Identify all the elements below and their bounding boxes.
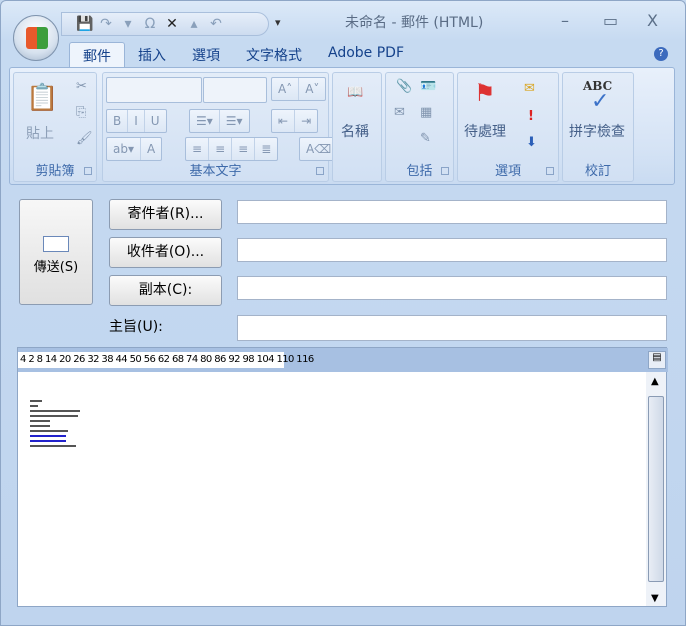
- tab-adobe-pdf[interactable]: Adobe PDF: [315, 42, 417, 67]
- tab-format-text[interactable]: 文字格式: [233, 42, 315, 67]
- increase-indent-icon[interactable]: ⇥: [295, 110, 317, 132]
- tab-options[interactable]: 選項: [179, 42, 233, 67]
- help-icon[interactable]: ?: [654, 47, 668, 61]
- group-clipboard: 📋 貼上 ✂ ⎘ 🖌 剪貼簿: [13, 72, 97, 182]
- maximize-button[interactable]: ▭: [603, 11, 618, 30]
- group-proofing: ABC ✓ 拼字檢查 校訂: [562, 72, 634, 182]
- format-painter-icon[interactable]: 🖌: [76, 131, 93, 146]
- paste-button[interactable]: 貼上: [26, 123, 54, 143]
- delete-icon[interactable]: ✕: [164, 16, 180, 32]
- names-button[interactable]: 名稱: [341, 121, 369, 141]
- shrink-font-button[interactable]: A˅: [299, 78, 325, 100]
- justify-icon[interactable]: ≣: [255, 138, 277, 160]
- send-envelope-icon: [43, 236, 69, 252]
- ribbon-tabs: 郵件 插入 選項 文字格式 Adobe PDF: [69, 42, 417, 67]
- outlook-compose-window: 💾 ↷ ▾ Ω ✕ ▴ ↶ ▾ 未命名 - 郵件 (HTML) – ▭ X 郵件…: [0, 0, 686, 626]
- undo-icon[interactable]: ↶: [208, 16, 224, 32]
- minimize-button[interactable]: –: [561, 11, 569, 30]
- save-icon[interactable]: 💾: [76, 16, 93, 32]
- align-left-icon[interactable]: ≡: [186, 138, 210, 160]
- italic-button[interactable]: I: [128, 110, 145, 132]
- from-field[interactable]: [237, 200, 667, 224]
- numbering-icon[interactable]: ☰▾: [220, 110, 249, 132]
- scroll-down-icon[interactable]: ▼: [651, 593, 659, 604]
- office-button[interactable]: [13, 15, 59, 61]
- calendar-icon[interactable]: ▦: [420, 105, 432, 120]
- font-color-button[interactable]: A: [141, 138, 161, 160]
- attach-file-icon[interactable]: 📎: [396, 79, 412, 94]
- office-logo-icon: [26, 27, 48, 49]
- grow-font-button[interactable]: A˄: [272, 78, 300, 100]
- dialog-launcher-icon[interactable]: [316, 167, 324, 175]
- bold-button[interactable]: B: [107, 110, 129, 132]
- message-body-content[interactable]: [30, 400, 80, 450]
- customize-qat-button[interactable]: ▾: [275, 16, 281, 29]
- ruler-ticks: 4 2 8 14 20 26 32 38 44 50 56 62 68 74 8…: [18, 352, 314, 368]
- tab-message[interactable]: 郵件: [69, 42, 125, 67]
- checkmark-icon: ✓: [591, 89, 610, 114]
- cc-button[interactable]: 副本(C):: [109, 275, 222, 306]
- bullets-icon[interactable]: ☰▾: [190, 110, 220, 132]
- group-options: ⚑ 待處理 ✉ ! ⬇ 選項: [457, 72, 559, 182]
- vertical-scrollbar[interactable]: ▲ ▼: [646, 372, 666, 606]
- copy-icon[interactable]: ⎘: [76, 105, 86, 120]
- subject-field[interactable]: [237, 315, 667, 341]
- group-include: 📎 🪪 ✉ ▦ ✎ 包括: [385, 72, 454, 182]
- low-importance-icon[interactable]: ⬇: [526, 135, 537, 150]
- from-button[interactable]: 寄件者(R)...: [109, 199, 222, 230]
- attach-item-icon[interactable]: ✉: [394, 105, 405, 120]
- group-label: 選項: [494, 164, 521, 179]
- scroll-up-icon[interactable]: ▲: [651, 376, 659, 387]
- group-names: 📖 名稱: [332, 72, 382, 182]
- symbol-icon[interactable]: Ω: [142, 16, 158, 32]
- spelling-button[interactable]: 拼字檢查: [569, 121, 625, 141]
- redo-icon[interactable]: ↷: [98, 16, 114, 32]
- underline-button[interactable]: U: [145, 110, 166, 132]
- window-title: 未命名 - 郵件 (HTML): [345, 15, 484, 31]
- signature-icon[interactable]: ✎: [420, 131, 431, 146]
- ribbon: 📋 貼上 ✂ ⎘ 🖌 剪貼簿 A˄ A˅ BIU ☰▾ ☰▾ ⇤ ⇥ ab▾ A ≡ ≡ ≡…: [9, 67, 675, 185]
- paste-icon: 📋: [26, 83, 59, 113]
- cc-field[interactable]: [237, 276, 667, 300]
- send-label: 傳送(S): [33, 260, 79, 275]
- decrease-indent-icon[interactable]: ⇤: [272, 110, 296, 132]
- font-size-select[interactable]: [203, 77, 267, 103]
- close-button[interactable]: X: [647, 11, 658, 30]
- group-label: 校訂: [584, 164, 611, 179]
- message-body-editor[interactable]: 4 2 8 14 20 26 32 38 44 50 56 62 68 74 8…: [17, 347, 668, 607]
- to-button[interactable]: 收件者(O)...: [109, 237, 222, 268]
- scrollbar-thumb[interactable]: [648, 396, 664, 582]
- tab-insert[interactable]: 插入: [125, 42, 179, 67]
- highlight-icon[interactable]: ab▾: [107, 138, 141, 160]
- align-center-icon[interactable]: ≡: [209, 138, 233, 160]
- font-name-select[interactable]: [106, 77, 202, 103]
- subject-label: 主旨(U):: [109, 319, 163, 335]
- dialog-launcher-icon[interactable]: [84, 167, 92, 175]
- align-right-icon[interactable]: ≡: [232, 138, 256, 160]
- view-ruler-icon[interactable]: ▤: [648, 351, 666, 369]
- message-header-form: 傳送(S) 寄件者(R)... 收件者(O)... 副本(C): 主旨(U):: [9, 191, 675, 341]
- dialog-launcher-icon[interactable]: [441, 167, 449, 175]
- permission-icon[interactable]: ✉: [524, 81, 535, 96]
- group-label: 基本文字: [189, 164, 242, 179]
- business-card-icon[interactable]: 🪪: [420, 79, 436, 94]
- address-book-icon[interactable]: 📖: [347, 85, 363, 100]
- group-basic-text: A˄ A˅ BIU ☰▾ ☰▾ ⇤ ⇥ ab▾ A ≡ ≡ ≡ ≣ A⌫ 基本文字: [102, 72, 339, 182]
- arrow-down-icon[interactable]: ▾: [120, 16, 136, 32]
- quick-access-toolbar: 💾 ↷ ▾ Ω ✕ ▴ ↶: [61, 12, 269, 36]
- ruler[interactable]: 4 2 8 14 20 26 32 38 44 50 56 62 68 74 8…: [18, 348, 668, 372]
- follow-up-flag-icon[interactable]: ⚑: [474, 79, 496, 107]
- dialog-launcher-icon[interactable]: [546, 167, 554, 175]
- send-button[interactable]: 傳送(S): [19, 199, 93, 305]
- follow-up-button[interactable]: 待處理: [464, 121, 506, 141]
- cut-icon[interactable]: ✂: [76, 79, 87, 94]
- to-field[interactable]: [237, 238, 667, 262]
- high-importance-icon[interactable]: !: [528, 109, 534, 124]
- arrow-up-icon[interactable]: ▴: [186, 16, 202, 32]
